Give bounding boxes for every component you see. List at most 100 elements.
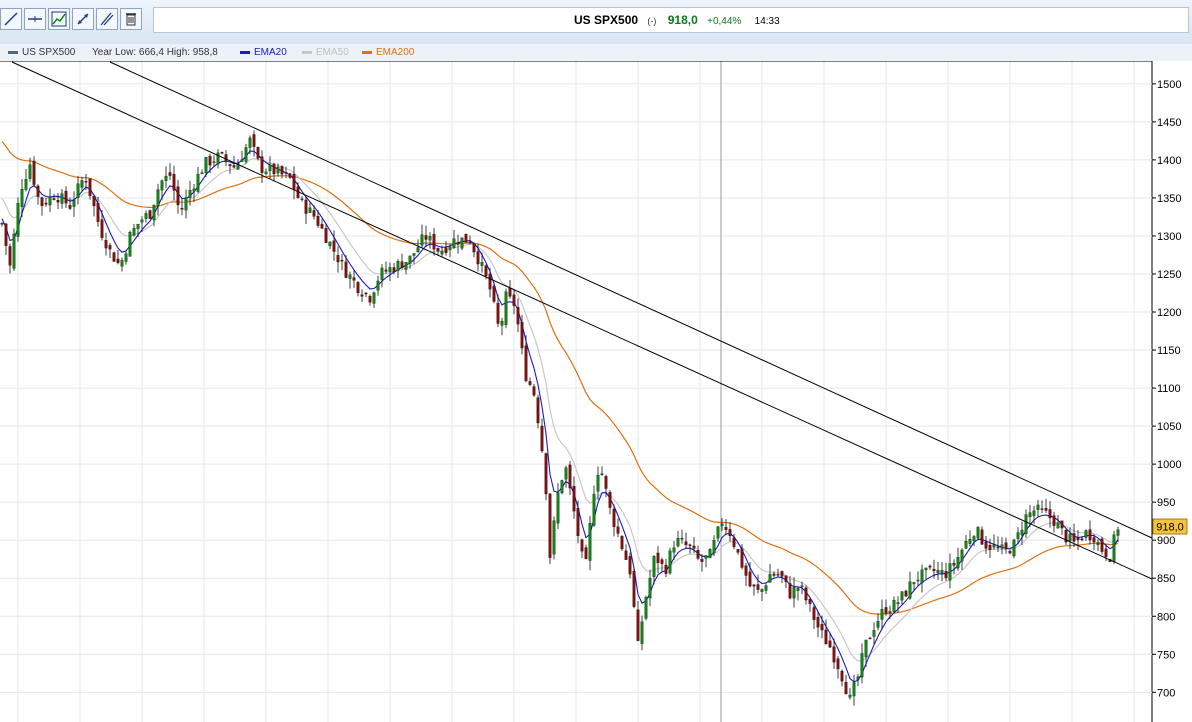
last-price-tag-label: 918,0: [1156, 522, 1184, 534]
price-tick-label: 1100: [1157, 383, 1181, 395]
candle-body: [1072, 533, 1076, 542]
candle-body: [732, 537, 736, 547]
candle-body: [384, 269, 388, 272]
candle-body: [1012, 539, 1016, 557]
candle-body: [996, 546, 1000, 549]
candle-body: [344, 261, 348, 278]
candle-body: [1092, 537, 1096, 543]
price-chart[interactable]: 700 750 800 850 900 950 1000 1050 1100 1150 1200 12…: [0, 61, 1192, 722]
trend-arrows-icon[interactable]: [72, 8, 94, 30]
candle-body: [40, 197, 44, 207]
candle-body: [544, 453, 548, 495]
horizontal-line-icon[interactable]: [24, 8, 46, 30]
candle-body: [76, 183, 80, 198]
candle-body: [472, 243, 476, 253]
candle-body: [148, 210, 152, 219]
candle-body: [860, 653, 864, 678]
candle-body: [456, 242, 460, 245]
candle-body: [1068, 533, 1072, 542]
trash-icon[interactable]: [120, 8, 142, 30]
candle-body: [776, 574, 780, 576]
candle-body: [280, 166, 284, 175]
candle-body: [828, 640, 832, 648]
candle-body: [684, 541, 688, 546]
candle-body: [276, 166, 280, 174]
quote-marker: (-): [647, 16, 657, 26]
candle-body: [676, 538, 680, 547]
fibonacci-icon[interactable]: [96, 8, 118, 30]
candle-body: [644, 597, 648, 619]
candle-body: [556, 492, 560, 524]
candle-body: [560, 480, 564, 494]
toolbar: US SPX500 (-) 918,0 +0,44% 14:33: [0, 0, 1192, 45]
candle-body: [668, 550, 672, 574]
legend-ema50-swatch: [302, 50, 312, 54]
quote-panel: US SPX500 (-) 918,0 +0,44% 14:33: [153, 7, 1189, 33]
candle-body: [124, 253, 128, 262]
indicator-chart-icon[interactable]: [48, 8, 70, 30]
candle-body: [440, 251, 444, 255]
candle-body: [504, 291, 508, 325]
candle-body: [928, 565, 932, 568]
candle-body: [84, 181, 88, 183]
candle-body: [128, 232, 132, 257]
candle-body: [956, 557, 960, 569]
candle-body: [1060, 520, 1064, 529]
candle-body: [808, 599, 812, 604]
candle-body: [68, 205, 72, 209]
candle-body: [576, 508, 580, 536]
candle-body: [392, 267, 396, 273]
candle-body: [948, 563, 952, 581]
candle-body: [268, 164, 272, 172]
candle-body: [12, 233, 16, 269]
candle-body: [424, 235, 428, 240]
legend-ema200-swatch: [362, 50, 372, 54]
draw-line-icon[interactable]: [0, 8, 22, 30]
candle-body: [944, 571, 948, 579]
candle-body: [448, 246, 452, 250]
candle-body: [768, 574, 772, 583]
candle-body: [628, 556, 632, 575]
candle-body: [992, 544, 996, 548]
candle-body: [780, 571, 784, 577]
price-tick-label: 1000: [1157, 459, 1181, 471]
candle-body: [356, 282, 360, 294]
candle-body: [80, 180, 84, 188]
candle-body: [468, 241, 472, 244]
price-tick-label: 1500: [1157, 79, 1181, 91]
candle-body: [420, 234, 424, 246]
candle-body: [496, 302, 500, 324]
price-tick-label: 850: [1157, 573, 1175, 585]
candle-body: [968, 539, 972, 544]
candle-body: [196, 173, 200, 192]
candle-body: [96, 202, 100, 222]
price-tick-label: 1150: [1157, 345, 1181, 357]
candle-body: [984, 541, 988, 549]
candle-body: [1040, 508, 1044, 510]
candle-body: [244, 147, 248, 162]
candle-body: [192, 188, 196, 192]
legend-main: US SPX500: [8, 44, 75, 61]
candle-body: [264, 171, 268, 174]
candle-body: [584, 547, 588, 559]
candle-body: [232, 165, 236, 168]
candle-body: [20, 188, 24, 207]
candle-body: [328, 241, 332, 247]
candle-body: [288, 173, 292, 178]
candle-body: [608, 492, 612, 508]
candle-body: [660, 559, 664, 564]
candle-body: [1080, 538, 1084, 541]
candle-body: [1096, 541, 1100, 546]
candle-body: [912, 582, 916, 585]
candle-body: [940, 570, 944, 574]
price-tick-label: 1250: [1157, 269, 1181, 281]
candle-body: [756, 584, 760, 590]
candle-body: [272, 163, 276, 175]
candle-body: [904, 590, 908, 597]
candle-body: [364, 292, 368, 295]
candle-body: [548, 493, 552, 558]
candle-body: [8, 246, 12, 266]
candle-body: [376, 280, 380, 291]
candle-body: [980, 529, 984, 545]
candle-body: [140, 219, 144, 223]
